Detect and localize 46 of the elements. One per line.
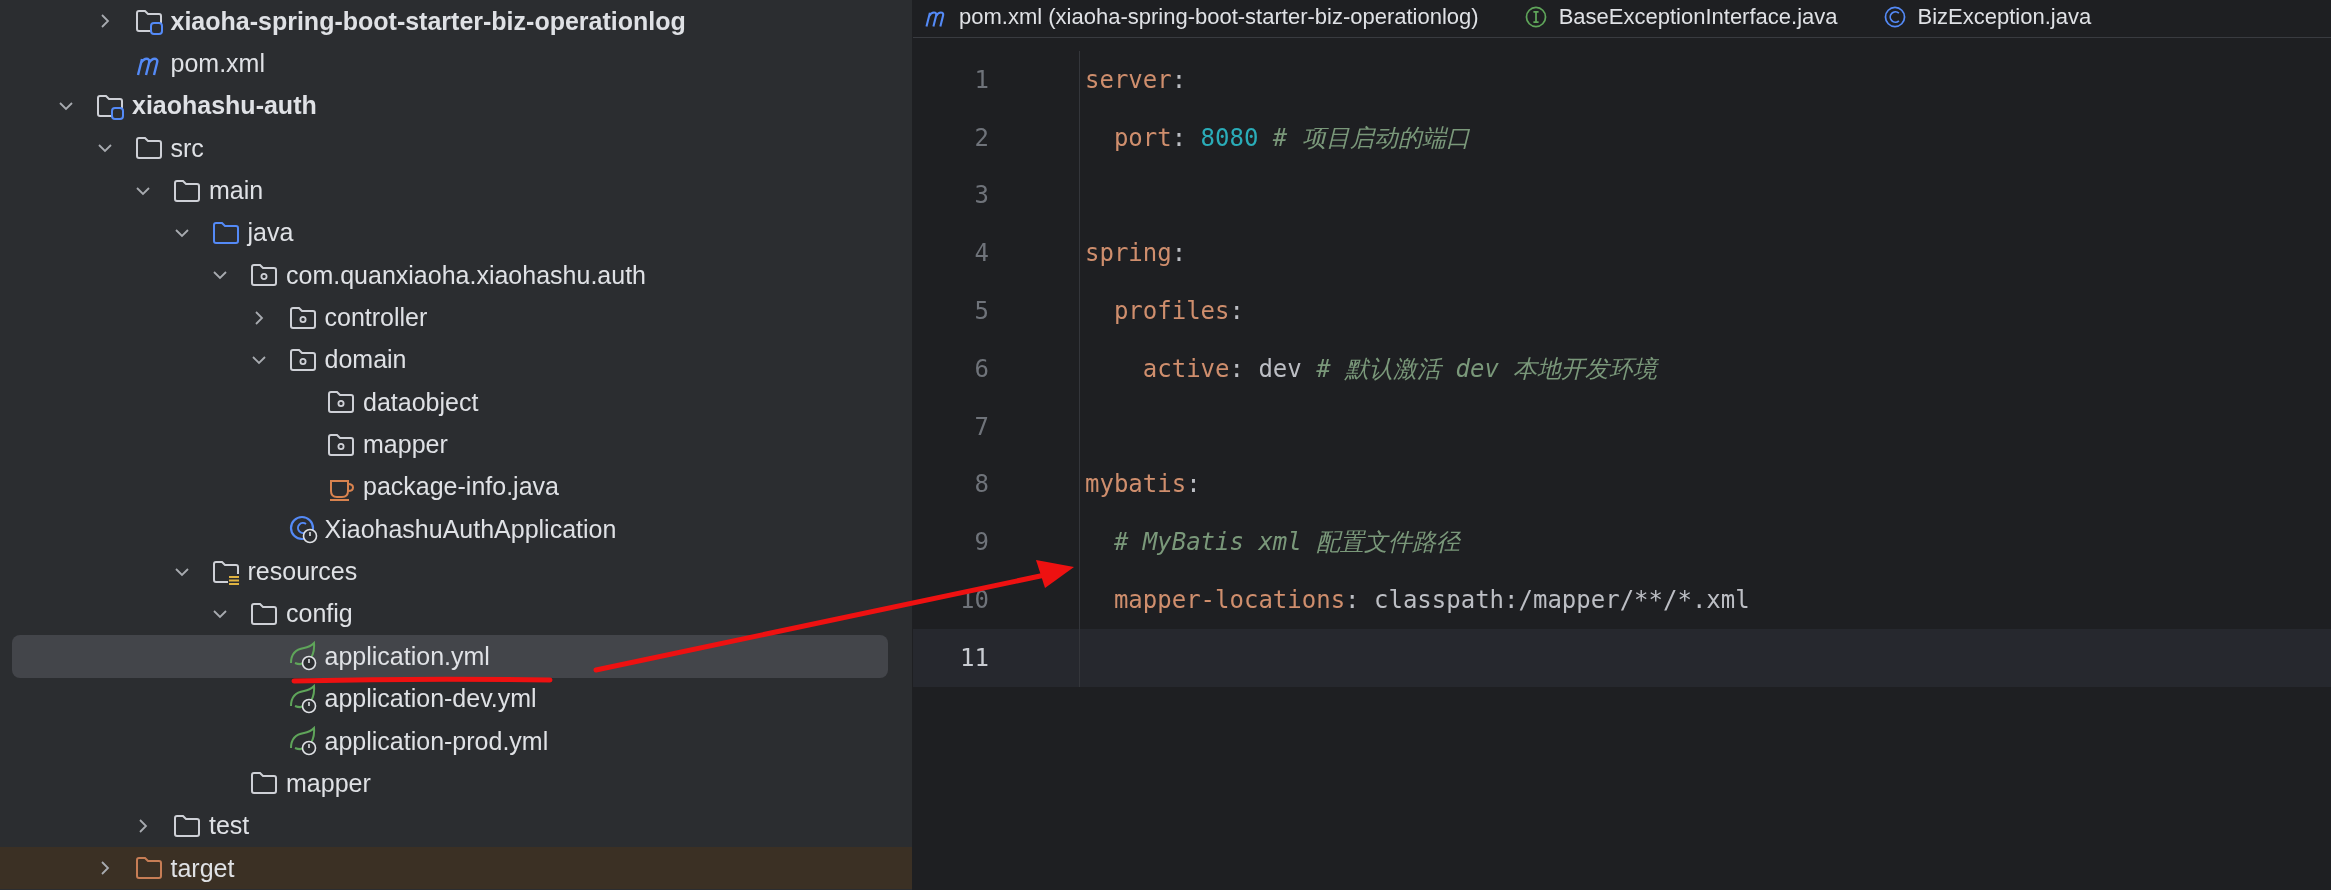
tree-item[interactable]: application.yml xyxy=(12,635,888,678)
line-number: 4 xyxy=(973,239,989,268)
tree-item[interactable]: package-info.java xyxy=(12,465,888,509)
line-number: 8 xyxy=(973,470,989,499)
tree-item[interactable]: config xyxy=(12,592,888,636)
tree-item[interactable]: main xyxy=(12,169,888,212)
line-number: 11 xyxy=(959,643,989,672)
line-number: 2 xyxy=(973,123,989,152)
code-line: server: xyxy=(1085,65,1187,94)
tree-item[interactable]: mapper xyxy=(12,423,888,466)
line-number: 7 xyxy=(973,412,989,441)
leaf-icon xyxy=(287,726,318,756)
class-icon xyxy=(287,514,318,545)
editor-tab[interactable]: BizException.java xyxy=(1881,0,2092,37)
tree-item[interactable]: dataobject xyxy=(12,381,888,424)
tree-item[interactable]: test xyxy=(12,804,888,847)
code-line: active: dev # 默认激活 dev 本地开发环境 xyxy=(1141,353,1658,385)
tree-item[interactable]: controller xyxy=(12,296,888,339)
editor-tab[interactable]: BaseExceptionInterface.java xyxy=(1522,0,1838,37)
line-number: 9 xyxy=(973,528,989,557)
editor-tab[interactable]: pom.xml (xiaoha-spring-boot-starter-biz-operationlog) xyxy=(923,0,1479,37)
line-number: 1 xyxy=(973,65,989,94)
tree-item[interactable]: xiaohashu-auth xyxy=(12,84,888,128)
tree-item[interactable]: src xyxy=(12,127,888,170)
line-number: 3 xyxy=(973,181,989,210)
line-number: 5 xyxy=(973,297,989,326)
tree-item[interactable]: application-prod.yml xyxy=(12,719,888,763)
leaf-icon xyxy=(287,683,318,714)
code-line: profiles: xyxy=(1112,297,1244,326)
tree-item[interactable]: pom.xml xyxy=(12,42,888,85)
code-line: port: 8080 # 项目启动的端口 xyxy=(1112,122,1470,154)
leaf-icon xyxy=(287,641,318,672)
tree-item[interactable]: java xyxy=(12,211,888,255)
tree-item[interactable]: xiaoha-spring-boot-starter-biz-operationlog xyxy=(12,0,888,43)
tree-item[interactable]: application-dev.yml xyxy=(12,677,888,720)
tree-item[interactable]: com.quanxiaoha.xiaohashu.auth xyxy=(12,254,888,297)
code-line: # MyBatis xml 配置文件路径 xyxy=(1112,527,1461,559)
tree-item[interactable]: resources xyxy=(12,550,888,593)
tree-item[interactable]: XiaohashuAuthApplication xyxy=(12,508,888,551)
code-line: mapper-locations: classpath:/mapper/**/*.xml xyxy=(1112,586,1750,615)
line-number: 6 xyxy=(973,354,989,383)
tree-item[interactable]: mapper xyxy=(12,762,888,805)
tree-item[interactable]: target xyxy=(0,846,912,890)
code-line: spring: xyxy=(1085,239,1187,268)
code-line: mybatis: xyxy=(1085,470,1201,499)
tree-item[interactable]: domain xyxy=(12,338,888,382)
